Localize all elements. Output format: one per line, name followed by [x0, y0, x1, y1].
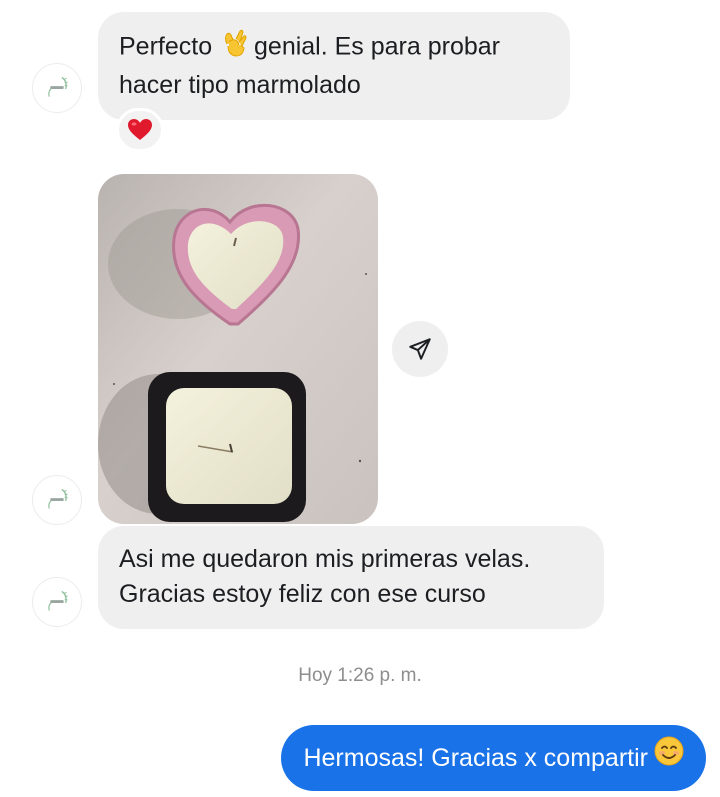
candle-photo-icon [98, 174, 378, 524]
ok-hand-emoji-icon [219, 28, 247, 68]
incoming-message-bubble[interactable]: Asi me quedaron mis primeras velas. Grac… [98, 526, 604, 629]
share-button[interactable] [392, 321, 448, 377]
message-timestamp: Hoy 1:26 p. m. [298, 665, 422, 686]
message-text: genial. Es para probar [247, 32, 500, 61]
message-text: Hermosas! Gracias x compartir [303, 744, 648, 772]
paper-plane-icon [409, 338, 431, 360]
incoming-message-bubble[interactable]: Perfecto genial. Es para probar hacer ti… [98, 12, 570, 120]
outgoing-message-bubble[interactable]: Hermosas! Gracias x compartir [281, 725, 706, 791]
message-line: hacer tipo marmolado [119, 71, 361, 99]
red-heart-icon [128, 119, 152, 140]
image-message[interactable] [98, 174, 378, 524]
avatar-logo-icon [33, 64, 81, 112]
avatar-logo-icon [33, 578, 81, 626]
message-line: Asi me quedaron mis primeras velas. [119, 545, 531, 573]
message-text: Perfecto [119, 32, 220, 61]
contact-avatar[interactable] [32, 63, 82, 113]
avatar-logo-icon [33, 476, 81, 524]
smiling-face-emoji-icon [654, 725, 684, 791]
message-line: Gracias estoy feliz con ese curso [119, 580, 486, 608]
contact-avatar[interactable] [32, 475, 82, 525]
message-reaction[interactable] [116, 108, 164, 152]
contact-avatar[interactable] [32, 577, 82, 627]
message-line: Perfecto genial. Es para probar [119, 28, 548, 68]
